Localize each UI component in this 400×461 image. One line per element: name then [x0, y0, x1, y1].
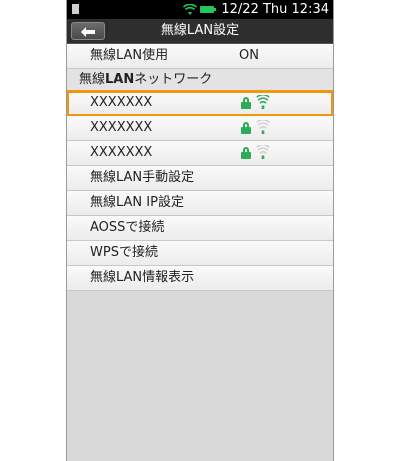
- wifi-status-icon: [183, 3, 198, 15]
- lock-icon: [241, 147, 251, 159]
- menu-item-label: WPSで接続: [90, 245, 158, 260]
- menu-item-manual-setup[interactable]: 無線LAN手動設定: [67, 166, 333, 191]
- wlan-use-row[interactable]: 無線LAN使用 ON: [67, 44, 333, 69]
- status-right: 12/22 Thu 12:34: [183, 0, 329, 19]
- wifi-signal-strong-icon: [256, 95, 270, 109]
- menu-item-label: AOSSで接続: [90, 220, 165, 235]
- network-section-header: 無線LANネットワーク: [67, 69, 333, 91]
- menu-item-label: 無線LAN情報表示: [90, 270, 195, 285]
- settings-list: 無線LAN使用 ON 無線LANネットワーク XXXXXXX XXXXXXX X…: [67, 44, 333, 291]
- menu-item-info[interactable]: 無線LAN情報表示: [67, 266, 333, 291]
- menu-item-aoss[interactable]: AOSSで接続: [67, 216, 333, 241]
- phone-screen: 12/22 Thu 12:34 無線LAN設定 無線LAN使用 ON 無線LAN…: [66, 0, 334, 461]
- status-bar: 12/22 Thu 12:34: [67, 0, 333, 19]
- section-suffix: ネットワーク: [134, 72, 213, 87]
- network-item-3[interactable]: XXXXXXX: [67, 141, 333, 166]
- menu-item-ip-setup[interactable]: 無線LAN IP設定: [67, 191, 333, 216]
- menu-item-label: 無線LAN IP設定: [90, 195, 184, 210]
- notification-icon: [72, 4, 79, 14]
- network-ssid: XXXXXXX: [90, 145, 153, 160]
- empty-area: [67, 291, 333, 461]
- wlan-use-value: ON: [239, 48, 259, 63]
- network-item-2[interactable]: XXXXXXX: [67, 116, 333, 141]
- battery-icon: [200, 6, 217, 13]
- title-bar: 無線LAN設定: [67, 19, 333, 44]
- network-item-1[interactable]: XXXXXXX: [67, 90, 333, 117]
- lock-icon: [241, 97, 251, 109]
- section-bold: LAN: [105, 72, 135, 87]
- status-datetime: 12/22 Thu 12:34: [221, 2, 329, 17]
- menu-item-wps[interactable]: WPSで接続: [67, 241, 333, 266]
- network-ssid: XXXXXXX: [90, 120, 153, 135]
- wifi-signal-weak-icon: [256, 120, 270, 134]
- menu-item-label: 無線LAN手動設定: [90, 170, 195, 185]
- network-ssid: XXXXXXX: [90, 95, 153, 110]
- page-title: 無線LAN設定: [160, 23, 240, 38]
- lock-icon: [241, 122, 251, 134]
- wifi-signal-weak-icon: [256, 145, 270, 159]
- wlan-use-label: 無線LAN使用: [90, 48, 169, 63]
- section-prefix: 無線: [79, 72, 106, 87]
